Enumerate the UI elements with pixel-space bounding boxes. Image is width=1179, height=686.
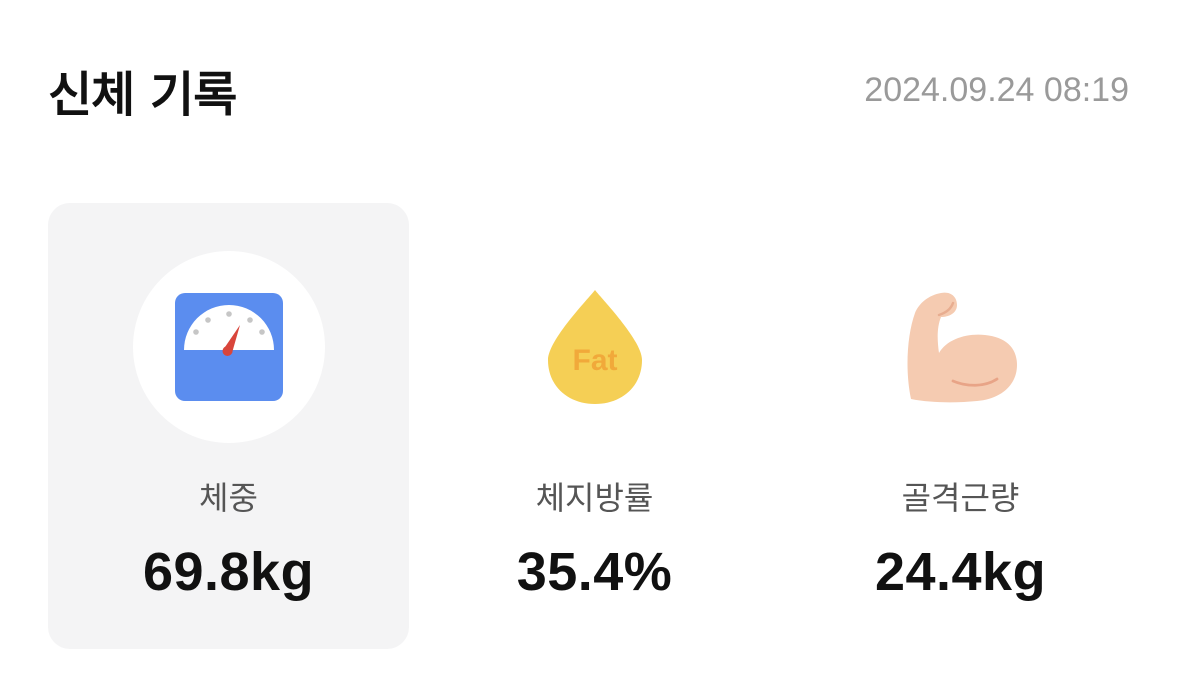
metric-value: 24.4kg bbox=[874, 542, 1047, 602]
metric-card-weight[interactable]: 체중 69.8kg bbox=[48, 203, 409, 649]
body-record-panel: 신체 기록 2024.09.24 08:19 체중 69.8kg Fat 체지방… bbox=[0, 0, 1179, 686]
metric-value: 69.8kg bbox=[142, 542, 315, 602]
metric-label: 골격근량 bbox=[901, 479, 1020, 517]
metric-value: 35.4% bbox=[516, 542, 673, 602]
scale-icon bbox=[174, 293, 283, 401]
metric-label: 체중 bbox=[199, 479, 258, 517]
page-title: 신체 기록 bbox=[48, 67, 237, 123]
metric-card-body-fat[interactable]: Fat 체지방률 35.4% bbox=[414, 203, 775, 649]
flexed-bicep-icon bbox=[907, 292, 1017, 403]
fat-drop-icon: Fat bbox=[547, 290, 642, 404]
header: 신체 기록 2024.09.24 08:19 bbox=[48, 58, 1129, 123]
fat-icon-text: Fat bbox=[572, 344, 617, 377]
metric-card-skeletal-muscle[interactable]: 골격근량 24.4kg bbox=[780, 203, 1141, 649]
metric-icon-bg bbox=[132, 251, 325, 443]
record-timestamp: 2024.09.24 08:19 bbox=[864, 70, 1129, 109]
metric-icon-bg: Fat bbox=[499, 251, 691, 443]
metric-icon-bg bbox=[865, 251, 1057, 443]
metric-list: 체중 69.8kg Fat 체지방률 35.4% 골격근량 24.4kg bbox=[48, 203, 1146, 649]
metric-label: 체지방률 bbox=[535, 479, 654, 517]
